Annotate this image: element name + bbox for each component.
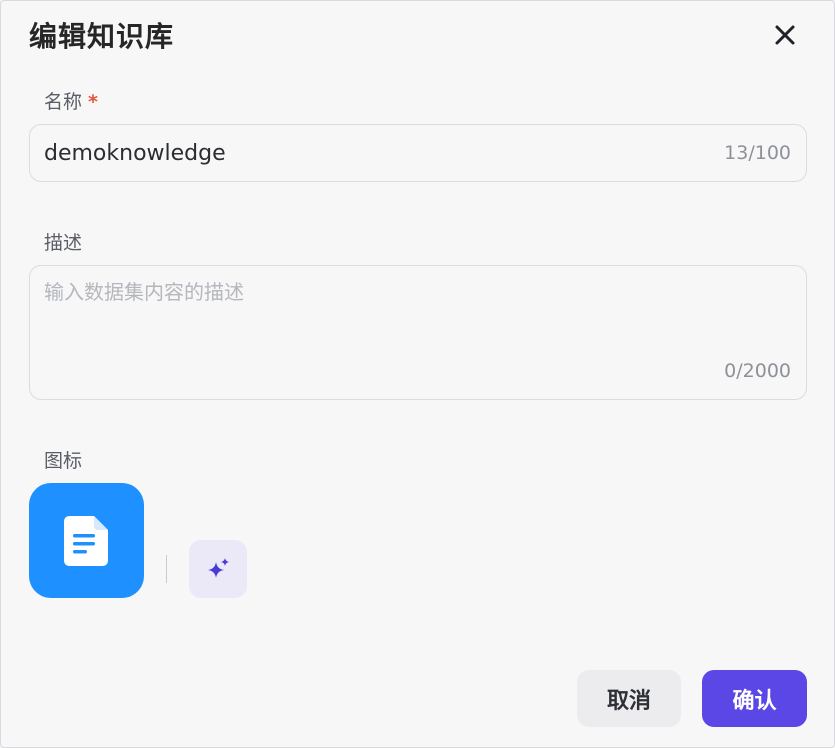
name-input[interactable] xyxy=(44,125,684,181)
icon-divider xyxy=(166,555,167,583)
name-label-text: 名称 xyxy=(44,91,83,113)
edit-knowledge-dialog: 编辑知识库 名称* 13/100 描述 0/2000 图标 xyxy=(0,0,835,748)
cancel-button[interactable]: 取消 xyxy=(577,670,681,727)
name-field: 13/100 xyxy=(29,124,807,182)
icon-label: 图标 xyxy=(44,450,83,472)
name-char-counter: 13/100 xyxy=(724,142,791,164)
document-icon xyxy=(63,515,108,566)
confirm-button[interactable]: 确认 xyxy=(702,670,807,727)
close-icon xyxy=(775,25,795,45)
name-label: 名称 * xyxy=(44,87,98,114)
description-char-counter: 0/2000 xyxy=(724,360,791,382)
dialog-title: 编辑知识库 xyxy=(29,20,175,53)
ai-generate-icon-button[interactable] xyxy=(189,540,247,598)
description-field: 0/2000 xyxy=(29,265,807,400)
close-button[interactable] xyxy=(769,19,801,51)
description-textarea[interactable] xyxy=(44,276,784,356)
required-mark: * xyxy=(88,91,98,113)
sparkle-icon xyxy=(208,558,229,578)
description-label: 描述 xyxy=(44,232,83,254)
selected-icon-tile[interactable] xyxy=(29,483,144,598)
